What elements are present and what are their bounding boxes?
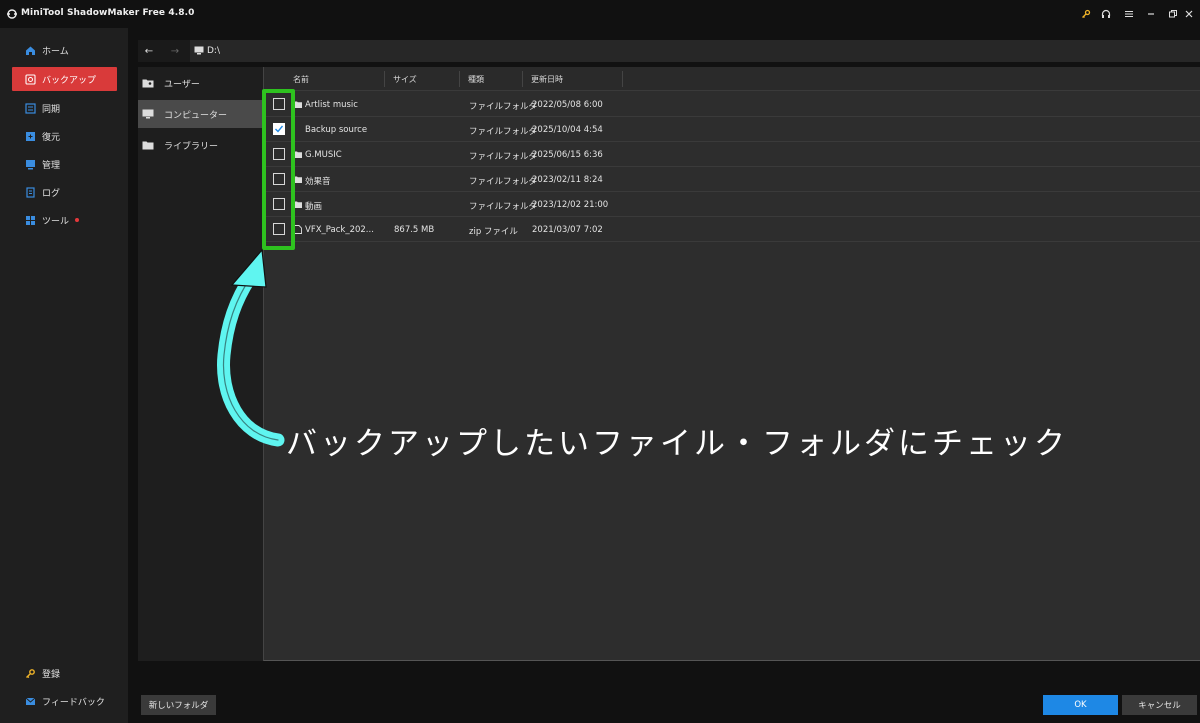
tools-icon bbox=[25, 215, 36, 226]
column-divider[interactable] bbox=[522, 71, 523, 87]
title-bar: MiniTool ShadowMaker Free 4.8.0 bbox=[0, 0, 1200, 28]
mail-icon bbox=[25, 696, 36, 707]
sidebar-item-label: ホーム bbox=[42, 46, 69, 57]
sidebar-item-home[interactable]: ホーム bbox=[12, 38, 117, 62]
sidebar-item-register[interactable]: 登録 bbox=[12, 661, 117, 685]
row-modified: 2021/03/07 7:02 bbox=[532, 225, 603, 235]
column-divider[interactable] bbox=[459, 71, 460, 87]
row-name: Artlist music bbox=[305, 100, 358, 110]
row-name: 効果音 bbox=[305, 177, 331, 187]
row-type: zip ファイル bbox=[469, 227, 518, 237]
tree-item-library[interactable]: ライブラリー bbox=[138, 131, 263, 159]
row-size: 867.5 MB bbox=[394, 225, 435, 235]
row-type: ファイルフォルダ bbox=[469, 127, 538, 137]
sidebar-item-tools[interactable]: ツール bbox=[12, 208, 117, 232]
tree-item-label: ライブラリー bbox=[164, 141, 219, 152]
table-row[interactable]: 効果音 ファイルフォルダ 2023/02/11 8:24 bbox=[264, 167, 1200, 192]
row-modified: 2023/12/02 21:00 bbox=[532, 200, 609, 210]
log-icon bbox=[25, 186, 36, 198]
sidebar-item-label: フィードバック bbox=[42, 697, 105, 708]
file-list: 名前 サイズ 種類 更新日時 Artlist music ファイルフォルダ 20… bbox=[263, 67, 1200, 661]
sidebar-item-label: ツール bbox=[42, 216, 70, 227]
folder-icon bbox=[294, 151, 302, 158]
tree-item-computer[interactable]: コンピューター bbox=[138, 100, 263, 128]
key-icon[interactable] bbox=[1077, 6, 1095, 22]
sidebar-item-label: バックアップ bbox=[42, 75, 97, 86]
column-header-size[interactable]: サイズ bbox=[393, 74, 417, 85]
menu-icon[interactable] bbox=[1120, 6, 1138, 22]
annotation-text: バックアップしたいファイル・フォルダにチェック bbox=[286, 426, 1068, 462]
path-text: D:\ bbox=[207, 46, 220, 56]
manage-icon bbox=[25, 159, 36, 170]
row-modified: 2025/06/15 6:36 bbox=[532, 150, 603, 160]
column-divider[interactable] bbox=[384, 71, 385, 87]
sidebar: ホーム バックアップ 同期 復元 管理 ログ ツール 登録 フィードバック bbox=[0, 28, 128, 723]
cancel-button[interactable]: キャンセル bbox=[1122, 695, 1197, 715]
table-row[interactable]: VFX_Pack_202... 867.5 MB zip ファイル 2021/0… bbox=[264, 217, 1200, 242]
notification-dot bbox=[75, 218, 80, 222]
folder-icon bbox=[294, 176, 302, 183]
sidebar-item-backup[interactable]: バックアップ bbox=[12, 67, 117, 91]
checkbox-highlight-box bbox=[262, 89, 295, 250]
column-header-modified[interactable]: 更新日時 bbox=[531, 74, 563, 85]
back-button[interactable]: ← bbox=[142, 43, 156, 59]
restore-icon bbox=[25, 131, 36, 142]
file-icon bbox=[294, 225, 302, 234]
column-header-type[interactable]: 種類 bbox=[468, 74, 484, 85]
table-row[interactable]: Artlist music ファイルフォルダ 2022/05/08 6:00 bbox=[264, 92, 1200, 117]
sidebar-item-label: 同期 bbox=[42, 104, 61, 115]
row-type: ファイルフォルダ bbox=[469, 202, 538, 212]
row-modified: 2025/10/04 4:54 bbox=[532, 125, 603, 135]
tree-item-label: コンピューター bbox=[164, 110, 228, 121]
file-list-header: 名前 サイズ 種類 更新日時 bbox=[264, 67, 1200, 91]
backup-icon bbox=[25, 73, 36, 85]
row-name: Backup source bbox=[305, 125, 368, 135]
library-folder-icon bbox=[142, 140, 154, 150]
path-field[interactable]: D:\ bbox=[190, 40, 1200, 62]
row-modified: 2023/02/11 8:24 bbox=[532, 175, 603, 185]
home-icon bbox=[25, 45, 36, 56]
sidebar-item-label: ログ bbox=[42, 188, 61, 199]
tree-item-user[interactable]: ユーザー bbox=[138, 69, 263, 97]
sidebar-item-log[interactable]: ログ bbox=[12, 180, 117, 204]
window-title: MiniTool ShadowMaker Free 4.8.0 bbox=[21, 8, 195, 18]
ok-button[interactable]: OK bbox=[1043, 695, 1118, 715]
forward-button[interactable]: → bbox=[168, 43, 182, 59]
annotation-arrow bbox=[217, 248, 285, 447]
column-header-name[interactable]: 名前 bbox=[293, 74, 309, 85]
sidebar-item-sync[interactable]: 同期 bbox=[12, 96, 117, 120]
sidebar-item-restore[interactable]: 復元 bbox=[12, 124, 117, 148]
table-row[interactable]: G.MUSIC ファイルフォルダ 2025/06/15 6:36 bbox=[264, 142, 1200, 167]
close-icon[interactable] bbox=[1180, 6, 1198, 22]
row-name: VFX_Pack_202... bbox=[305, 225, 374, 235]
row-type: ファイルフォルダ bbox=[469, 152, 538, 162]
tree-item-label: ユーザー bbox=[164, 79, 200, 90]
row-type: ファイルフォルダ bbox=[469, 177, 538, 187]
headset-icon[interactable] bbox=[1097, 6, 1115, 22]
new-folder-button[interactable]: 新しいフォルダ bbox=[141, 695, 216, 715]
app-logo-icon bbox=[7, 9, 17, 19]
computer-icon bbox=[142, 109, 154, 119]
sidebar-item-feedback[interactable]: フィードバック bbox=[12, 689, 117, 713]
row-type: ファイルフォルダ bbox=[469, 102, 538, 112]
sync-icon bbox=[25, 102, 36, 114]
sidebar-item-label: 管理 bbox=[42, 160, 61, 171]
column-divider[interactable] bbox=[622, 71, 623, 87]
key-icon bbox=[25, 668, 36, 679]
table-row[interactable]: 動画 ファイルフォルダ 2023/12/02 21:00 bbox=[264, 192, 1200, 217]
user-folder-icon bbox=[142, 78, 154, 88]
sidebar-item-label: 復元 bbox=[42, 132, 61, 143]
minimize-icon[interactable] bbox=[1142, 6, 1160, 22]
row-modified: 2022/05/08 6:00 bbox=[532, 100, 603, 110]
path-bar: ← → D:\ bbox=[138, 40, 1200, 62]
folder-icon bbox=[294, 101, 302, 108]
row-name: G.MUSIC bbox=[305, 150, 342, 160]
sidebar-item-label: 登録 bbox=[42, 669, 61, 680]
sidebar-item-manage[interactable]: 管理 bbox=[12, 152, 117, 176]
folder-icon bbox=[294, 201, 302, 208]
table-row[interactable]: Backup source ファイルフォルダ 2025/10/04 4:54 bbox=[264, 117, 1200, 142]
computer-icon bbox=[194, 46, 204, 55]
row-name: 動画 bbox=[305, 202, 323, 212]
